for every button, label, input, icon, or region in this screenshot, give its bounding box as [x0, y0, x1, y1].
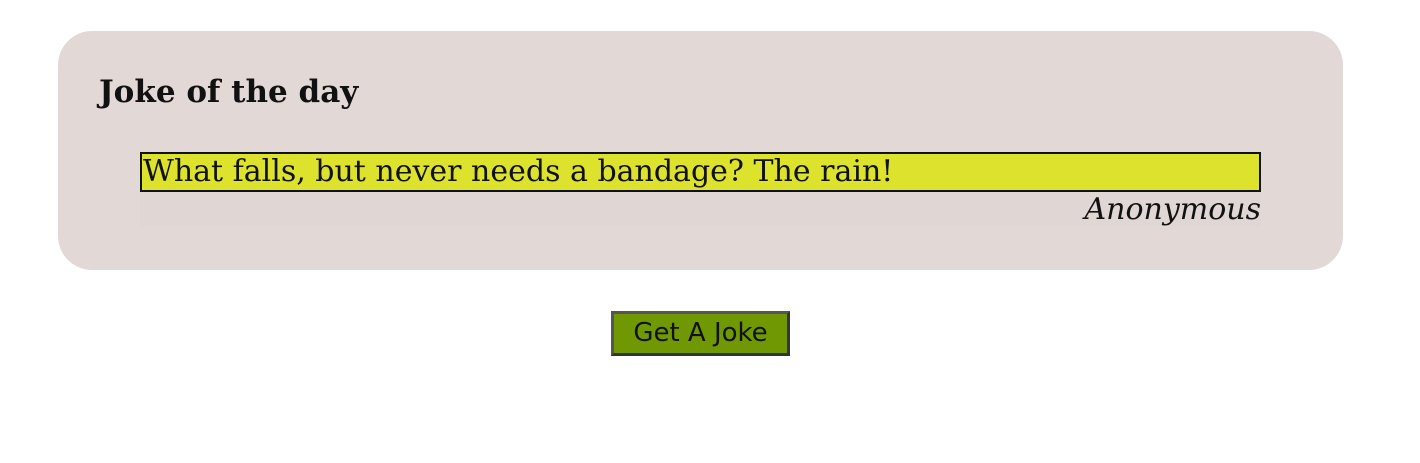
joke-text: What falls, but never needs a bandage? T… [140, 152, 1261, 192]
joke-author: Anonymous [1084, 192, 1261, 227]
joke-quote: What falls, but never needs a bandage? T… [140, 152, 1261, 227]
joke-card: Joke of the day What falls, but never ne… [58, 31, 1343, 270]
get-joke-button[interactable]: Get A Joke [611, 311, 790, 356]
card-title: Joke of the day [99, 74, 359, 110]
